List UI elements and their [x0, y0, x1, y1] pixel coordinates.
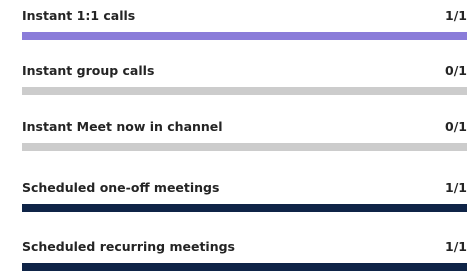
usage-label: Instant 1:1 calls — [22, 8, 136, 23]
usage-progress-bar — [22, 87, 467, 95]
usage-label: Scheduled recurring meetings — [22, 239, 235, 254]
usage-count: 0/1 — [445, 63, 467, 78]
usage-row-instant-meet-now-in-channel: Instant Meet now in channel 0/1 — [22, 119, 467, 159]
usage-progress-fill — [22, 32, 467, 40]
usage-count: 0/1 — [445, 119, 467, 134]
usage-progress-bar — [22, 204, 467, 212]
usage-row-scheduled-one-off-meetings: Scheduled one-off meetings 1/1 — [22, 180, 467, 220]
usage-progress-fill — [22, 263, 467, 271]
usage-row-instant-group-calls: Instant group calls 0/1 — [22, 63, 467, 103]
usage-progress-bar — [22, 143, 467, 151]
usage-progress-bar — [22, 32, 467, 40]
usage-count: 1/1 — [445, 239, 467, 254]
usage-count: 1/1 — [445, 180, 467, 195]
usage-count: 1/1 — [445, 8, 467, 23]
usage-progress-fill — [22, 204, 467, 212]
usage-label: Instant group calls — [22, 63, 155, 78]
usage-row-instant-1-1-calls: Instant 1:1 calls 1/1 — [22, 8, 467, 48]
usage-progress-bar — [22, 263, 467, 271]
usage-label: Instant Meet now in channel — [22, 119, 223, 134]
usage-row-scheduled-recurring-meetings: Scheduled recurring meetings 1/1 — [22, 239, 467, 276]
meeting-usage-list: Instant 1:1 calls 1/1 Instant group call… — [0, 0, 472, 276]
usage-label: Scheduled one-off meetings — [22, 180, 220, 195]
